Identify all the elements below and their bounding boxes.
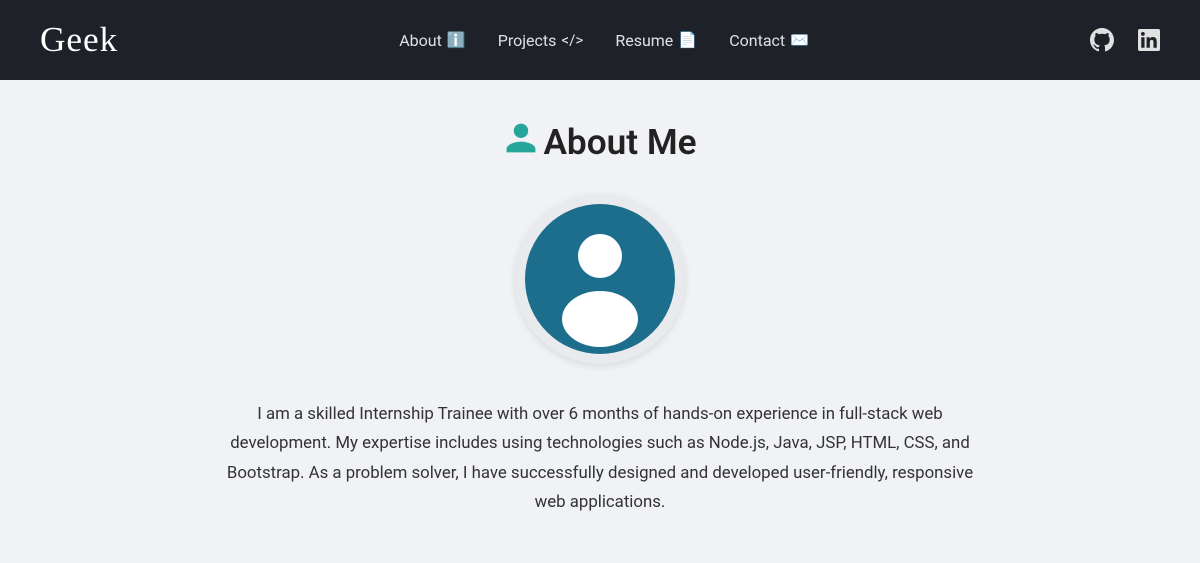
nav-link-resume[interactable]: Resume 📄: [615, 31, 697, 50]
main-content: About Me I am a skilled Internship Train…: [0, 80, 1200, 558]
nav-links: About ℹ️ Projects </> Resume 📄 Contact ✉…: [399, 31, 809, 50]
nav-social-icons: [1090, 28, 1160, 52]
nav-about-label: About: [399, 31, 442, 50]
nav-projects-label: Projects: [498, 31, 557, 50]
avatar: [525, 204, 675, 354]
nav-resume-label: Resume: [615, 31, 673, 50]
code-icon: </>: [561, 31, 583, 49]
nav-item-contact[interactable]: Contact ✉️: [729, 31, 809, 50]
nav-link-contact[interactable]: Contact ✉️: [729, 31, 809, 50]
nav-contact-label: Contact: [729, 31, 785, 50]
nav-link-projects[interactable]: Projects </>: [498, 31, 584, 50]
nav-link-about[interactable]: About ℹ️: [399, 31, 466, 50]
nav-item-resume[interactable]: Resume 📄: [615, 31, 697, 50]
linkedin-icon: [1138, 29, 1160, 51]
envelope-icon: ✉️: [790, 31, 809, 49]
nav-item-projects[interactable]: Projects </>: [498, 31, 584, 50]
bio-paragraph: I am a skilled Internship Trainee with o…: [225, 400, 975, 518]
brand-logo: Geek: [40, 20, 118, 60]
linkedin-link[interactable]: [1138, 29, 1160, 51]
document-icon: 📄: [678, 31, 697, 49]
section-title-container: About Me: [503, 120, 696, 164]
navbar: Geek About ℹ️ Projects </> Resume 📄 Cont…: [0, 0, 1200, 80]
avatar-container: [515, 194, 685, 364]
section-heading: About Me: [543, 121, 696, 163]
person-icon: [503, 120, 539, 164]
info-icon: ℹ️: [447, 31, 466, 49]
github-icon: [1090, 28, 1114, 52]
nav-item-about[interactable]: About ℹ️: [399, 31, 466, 50]
github-link[interactable]: [1090, 28, 1114, 52]
